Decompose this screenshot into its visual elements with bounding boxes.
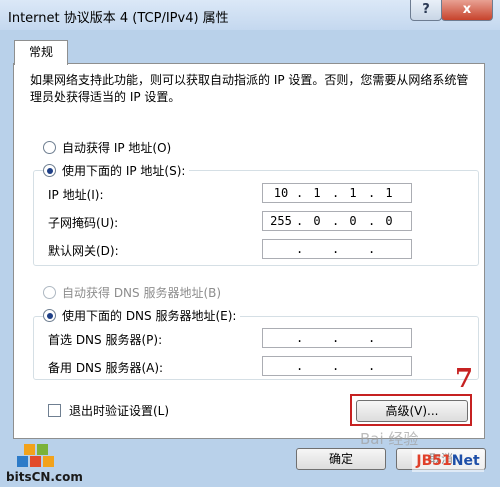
mask-seg-4: 0 xyxy=(385,214,393,228)
ip-dot: . xyxy=(296,242,304,256)
subnet-mask-input[interactable]: 255 . 0 . 0 . 0 xyxy=(262,211,412,231)
preferred-dns-label: 首选 DNS 服务器(P): xyxy=(48,333,163,347)
watermark-jb51-text: JB51 xyxy=(416,453,452,469)
radio-auto-ip-row[interactable]: 自动获得 IP 地址(O) xyxy=(43,139,171,156)
ip-dot: . xyxy=(332,331,340,345)
radio-manual-ip-row[interactable]: 使用下面的 IP 地址(S): xyxy=(43,162,190,179)
window-title: Internet 协议版本 4 (TCP/IPv4) 属性 xyxy=(8,11,229,26)
radio-auto-dns-row: 自动获得 DNS 服务器地址(B) xyxy=(43,284,221,301)
description-text: 如果网络支持此功能，则可以获取自动指派的 IP 设置。否则，您需要从网络系统管理… xyxy=(30,73,469,104)
ip-dot: . xyxy=(296,331,304,345)
ip-dot: . xyxy=(368,242,376,256)
radio-auto-dns-label: 自动获得 DNS 服务器地址(B) xyxy=(62,286,222,300)
ip-dot: . xyxy=(332,242,340,256)
help-button[interactable]: ? xyxy=(410,0,442,21)
radio-auto-ip-label: 自动获得 IP 地址(O) xyxy=(62,141,172,155)
preferred-dns-input[interactable]: . . . xyxy=(262,328,412,348)
radio-manual-dns-row[interactable]: 使用下面的 DNS 服务器地址(E): xyxy=(43,307,241,324)
tab-general[interactable]: 常规 xyxy=(14,40,68,65)
watermark-jb51-net: Net xyxy=(451,453,480,469)
validate-settings-label: 退出时验证设置(L) xyxy=(69,404,170,418)
default-gateway-input[interactable]: . . . xyxy=(262,239,412,259)
ok-button[interactable]: 确定 xyxy=(296,448,386,470)
ip-address-label: IP 地址(I): xyxy=(48,188,104,202)
validate-settings-row[interactable]: 退出时验证设置(L) xyxy=(48,402,169,419)
radio-auto-dns[interactable] xyxy=(43,286,56,299)
annotation-step-number: 7 xyxy=(455,364,474,394)
ip-dot: . xyxy=(368,331,376,345)
subnet-mask-label: 子网掩码(U): xyxy=(48,216,119,230)
watermark-bitscn: bitsCN.com xyxy=(6,470,83,484)
mask-seg-2: 0 xyxy=(313,214,321,228)
ip-dot: . xyxy=(332,359,340,373)
alternate-dns-input[interactable]: . . . xyxy=(262,356,412,376)
watermark-baidu: Bai 经验 xyxy=(360,430,419,448)
alternate-dns-label: 备用 DNS 服务器(A): xyxy=(48,361,164,375)
radio-manual-ip-label: 使用下面的 IP 地址(S): xyxy=(62,164,186,178)
default-gateway-label: 默认网关(D): xyxy=(48,244,119,258)
radio-auto-ip[interactable] xyxy=(43,141,56,154)
validate-settings-checkbox[interactable] xyxy=(48,404,61,417)
radio-manual-ip[interactable] xyxy=(43,164,56,177)
ip-seg-4: 1 xyxy=(385,186,393,200)
mask-seg-1: 255 xyxy=(270,214,292,228)
ip-address-input[interactable]: 10 . 1 . 1 . 1 xyxy=(262,183,412,203)
ip-seg-1: 10 xyxy=(273,186,289,200)
ip-seg-3: 1 xyxy=(349,186,357,200)
advanced-button[interactable]: 高级(V)... xyxy=(356,400,468,422)
ip-seg-2: 1 xyxy=(313,186,321,200)
watermark-jb51: JB51Net xyxy=(412,450,484,472)
ip-dot: . xyxy=(296,359,304,373)
radio-manual-dns[interactable] xyxy=(43,309,56,322)
ip-dot: . xyxy=(368,359,376,373)
title-bar: Internet 协议版本 4 (TCP/IPv4) 属性 ? x xyxy=(0,0,500,30)
radio-manual-dns-label: 使用下面的 DNS 服务器地址(E): xyxy=(62,309,237,323)
mask-seg-3: 0 xyxy=(349,214,357,228)
close-button[interactable]: x xyxy=(441,0,493,21)
